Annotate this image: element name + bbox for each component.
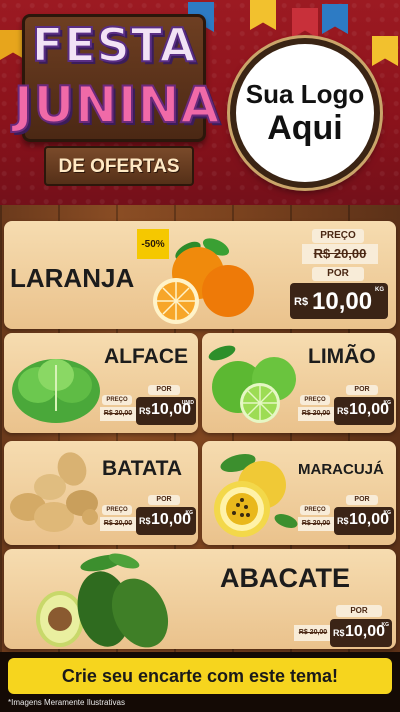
price-box: R$ 10,00 KG [330,619,392,647]
product-card-maracuja: MARACUJÁ PREÇO R$ 20,00 POR R$ 10,00 KG [202,441,396,545]
old-price: R$ 20,00 [100,517,136,531]
old-price: R$ 20,00 [302,244,378,264]
product-card-batata: BATATA PREÇO R$ 20,00 POR R$ 10,00 KG [4,441,198,545]
logo-text-line1: Sua Logo [245,79,365,109]
orange-icon [153,238,254,324]
old-price: R$ 20,00 [298,407,334,421]
unit-label: KG [383,400,392,406]
price-tag: PREÇO R$ 20,00 POR R$ 10,00 KG [100,495,196,539]
old-price: R$ 20,00 [298,517,334,531]
price-box: R$ 10,00 KG [290,283,388,319]
preco-label: PREÇO [102,505,132,515]
product-name: ABACATE [220,563,350,593]
por-label: POR [346,385,378,395]
bunting-flag-icon [292,8,318,38]
ofertas-plank: DE OFERTAS [44,146,194,186]
footer: Crie seu encarte com este tema! *Imagens… [0,652,400,712]
price-tag: PREÇO R$ 20,00 POR R$ 10,00 KG [290,229,390,321]
wood-background: LARANJA -50% PREÇO R$ 20,00 POR R$ 10,00… [0,205,400,652]
logo-text-line2: Aqui [267,109,343,147]
unit-label: KG [381,622,390,628]
cta-banner[interactable]: Crie seu encarte com este tema! [8,658,392,694]
por-label: POR [312,267,364,281]
por-label: POR [148,385,180,395]
price-value: 10,00 [312,288,373,315]
bunting-flag-icon [322,4,348,34]
currency-symbol: R$ [139,516,151,526]
unit-label: UNID [181,400,194,406]
title-festa: FESTA [31,17,197,73]
avocado-icon [36,553,169,648]
bunting-flag-icon [250,0,276,30]
header: FESTA JUNINA DE OFERTAS Sua Logo Aqui [0,0,400,205]
currency-symbol: R$ [337,516,349,526]
preco-label: PREÇO [312,229,364,243]
product-name: LARANJA [10,263,135,293]
unit-label: KG [375,287,384,293]
unit-label: KG [383,510,392,516]
por-label: POR [346,495,378,505]
preco-label: PREÇO [102,395,132,405]
por-label: POR [336,605,382,617]
product-card-abacate: ABACATE POR R$ 20,00 R$ 10,00 KG PREÇO [4,549,396,649]
passion-fruit-icon [214,453,298,537]
price-value: 10,00 [345,623,386,640]
price-box: R$ 10,00 KG [334,397,394,425]
title-de-ofertas: DE OFERTAS [58,156,180,177]
product-name: LIMÃO [308,345,376,368]
flyer: FESTA JUNINA DE OFERTAS Sua Logo Aqui LA… [0,0,400,712]
currency-symbol: R$ [294,296,309,308]
title-junina: JUNINA [13,75,221,135]
product-card-laranja: LARANJA -50% PREÇO R$ 20,00 POR R$ 10,00… [4,221,396,329]
por-label: POR [148,495,180,505]
preco-label: PREÇO [300,395,330,405]
product-card-alface: ALFACE PREÇO R$ 20,00 POR R$ 10,00 UNID [4,333,198,433]
lime-icon [208,345,296,423]
price-tag: PREÇO R$ 20,00 POR R$ 10,00 KG [298,495,394,539]
product-name: BATATA [102,457,183,480]
potato-icon [10,452,98,532]
price-box: R$ 10,00 UNID [136,397,196,425]
currency-symbol: R$ [337,406,349,416]
currency-symbol: R$ [333,628,345,638]
disclaimer: *Imagens Meramente Ilustrativas [8,698,125,707]
product-card-limao: LIMÃO PREÇO R$ 20,00 POR R$ 10,00 KG [202,333,396,433]
unit-label: KG [185,510,194,516]
price-tag: PREÇO R$ 20,00 POR R$ 10,00 KG [298,385,394,429]
product-name: ALFACE [104,345,188,368]
currency-symbol: R$ [139,406,151,416]
price-tag: PREÇO R$ 20,00 POR R$ 10,00 UNID [100,385,196,429]
old-price: R$ 20,00 [294,625,332,641]
preco-label: PREÇO [300,505,330,515]
bunting-flag-icon [372,36,398,66]
price-box: R$ 10,00 KG [334,507,394,535]
old-price: R$ 20,00 [100,407,136,421]
logo-placeholder: Sua Logo Aqui [230,38,380,188]
price-box: R$ 10,00 KG [136,507,196,535]
product-name: MARACUJÁ [298,461,384,478]
festa-junina-sign: FESTA JUNINA DE OFERTAS [13,6,221,186]
price-tag: POR R$ 20,00 R$ 10,00 KG [294,605,392,647]
lettuce-icon [12,359,100,423]
